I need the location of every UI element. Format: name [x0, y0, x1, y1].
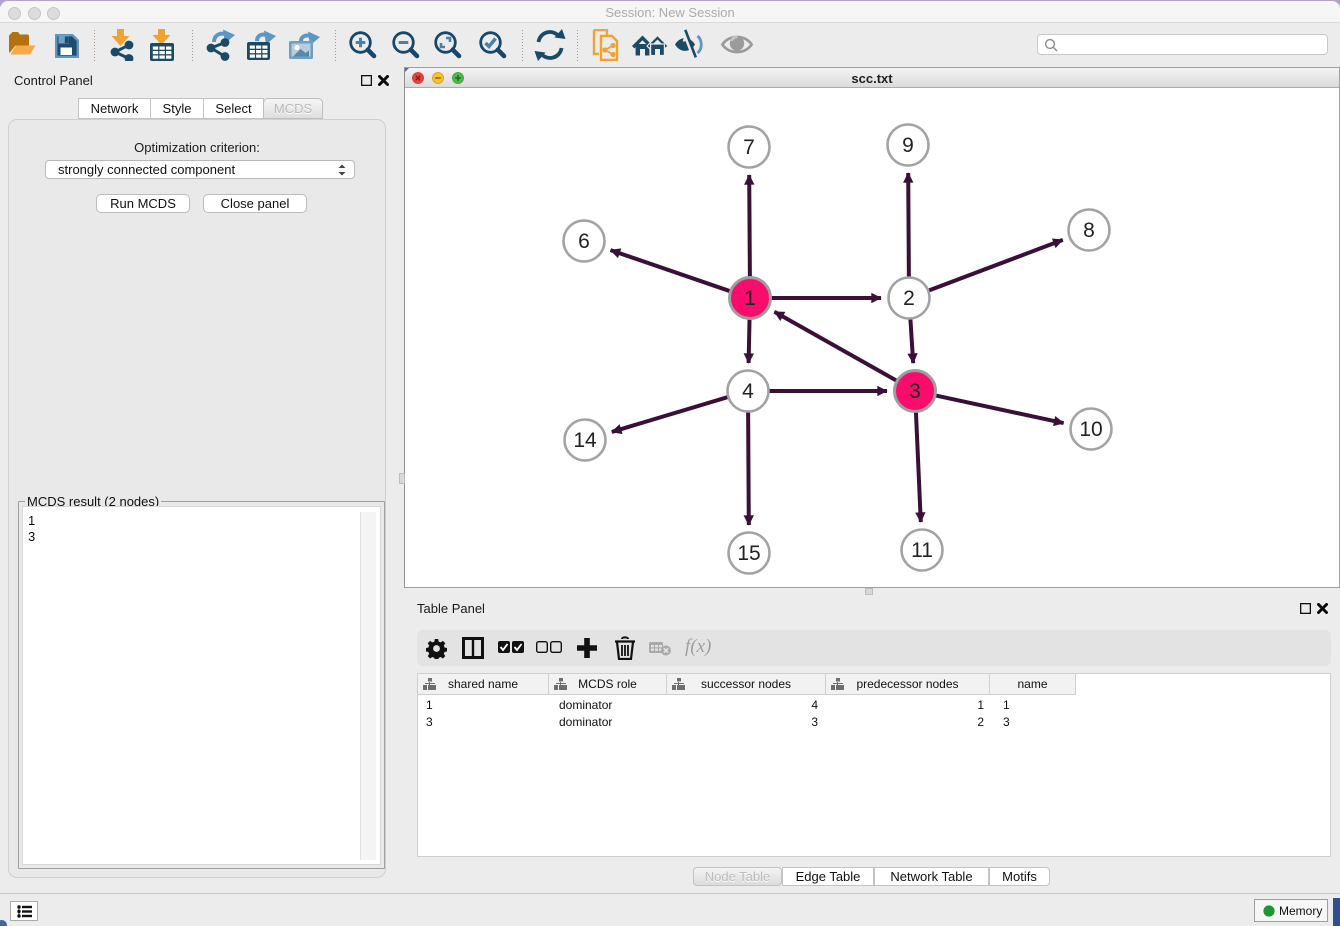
svg-text:7: 7 [743, 136, 755, 159]
svg-text:1: 1 [744, 287, 756, 310]
svg-text:11: 11 [911, 539, 933, 562]
svg-text:15: 15 [737, 542, 760, 565]
svg-text:3: 3 [909, 380, 921, 403]
svg-text:4: 4 [742, 380, 754, 403]
svg-text:9: 9 [902, 134, 914, 157]
svg-text:2: 2 [903, 287, 915, 310]
svg-text:10: 10 [1079, 418, 1102, 441]
svg-text:8: 8 [1083, 219, 1095, 242]
svg-text:6: 6 [578, 230, 590, 253]
svg-text:14: 14 [573, 429, 597, 452]
